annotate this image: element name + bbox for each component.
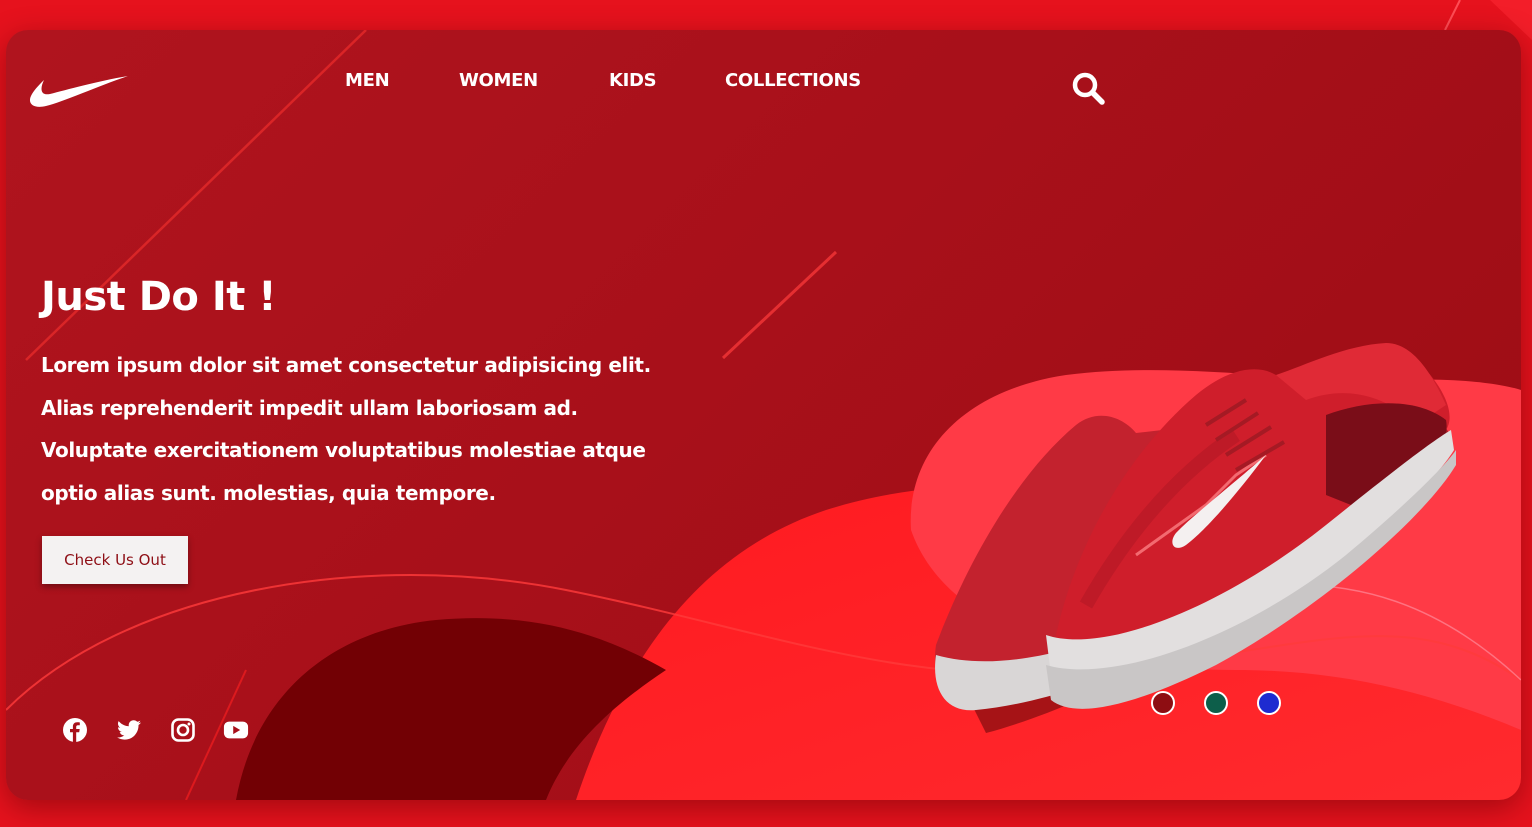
twitter-icon[interactable] <box>116 717 142 743</box>
facebook-icon[interactable] <box>62 717 88 743</box>
hero-title: Just Do It ! <box>41 274 277 320</box>
nike-swoosh-icon[interactable] <box>28 72 128 110</box>
nav-item-women[interactable]: WOMEN <box>459 70 538 91</box>
nav-item-kids[interactable]: KIDS <box>609 70 657 91</box>
color-swatch-green[interactable] <box>1204 691 1228 715</box>
check-us-out-button[interactable]: Check Us Out <box>42 536 188 584</box>
color-swatch-blue[interactable] <box>1257 691 1281 715</box>
color-swatch-maroon[interactable] <box>1151 691 1175 715</box>
hero-description: Lorem ipsum dolor sit amet consectetur a… <box>41 353 651 505</box>
hero-card: MEN WOMEN KIDS COLLECTIONS Just Do It ! … <box>6 30 1521 800</box>
instagram-icon[interactable] <box>170 717 196 743</box>
youtube-icon[interactable] <box>223 717 249 743</box>
nav-item-men[interactable]: MEN <box>345 70 390 91</box>
search-icon[interactable] <box>1072 72 1106 106</box>
nav-item-collections[interactable]: COLLECTIONS <box>725 70 861 91</box>
shoe-image <box>935 343 1456 733</box>
